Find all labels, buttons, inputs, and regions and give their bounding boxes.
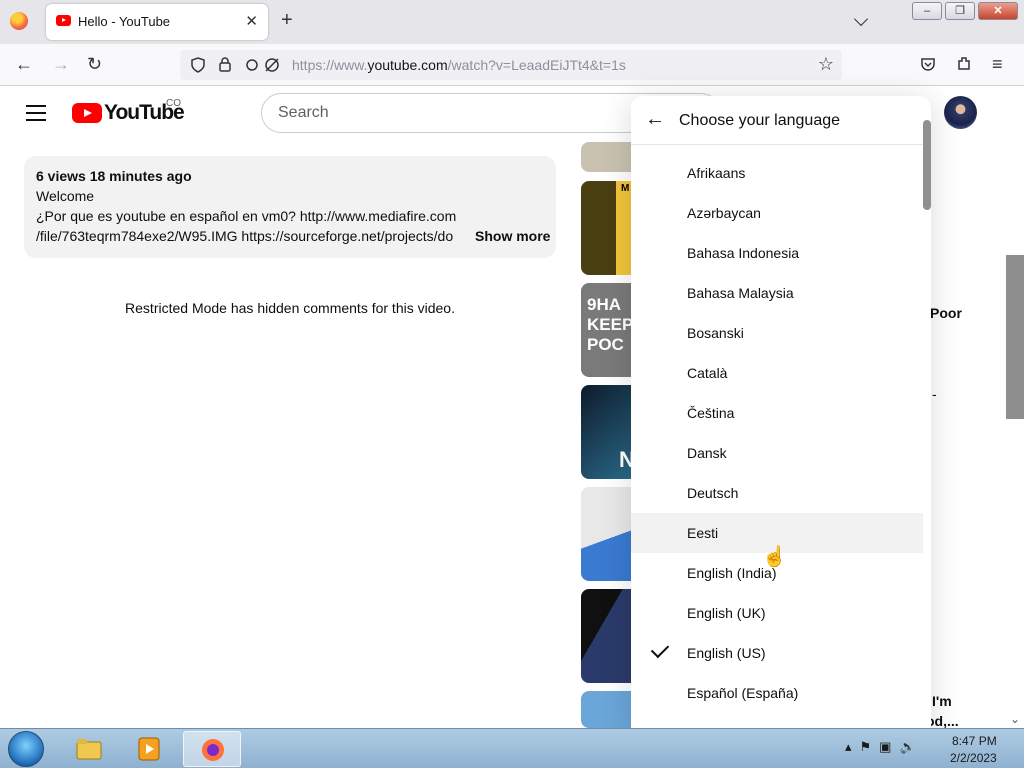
url-bar[interactable]: https://www.youtube.com/watch?v=LeaadEiJ… [180, 50, 842, 80]
language-list: Afrikaans Azərbaycan Bahasa Indonesia Bahas… [631, 153, 923, 713]
scroll-down-icon[interactable]: ⌄ [1010, 712, 1020, 726]
forward-icon[interactable]: → [52, 54, 70, 74]
media-player-taskbar-button[interactable] [120, 731, 178, 767]
related-thumbnail-4[interactable]: N [581, 385, 631, 479]
reload-icon[interactable]: ↻ [87, 54, 102, 74]
restricted-mode-notice: Restricted Mode has hidden comments for … [125, 300, 455, 316]
window-controls: – ❐ ✕ [912, 2, 1018, 20]
related-title-peek-2[interactable]: I'm [932, 693, 952, 709]
explorer-taskbar-button[interactable] [60, 731, 118, 767]
language-option-label: Català [687, 365, 728, 381]
language-option[interactable]: Dansk [631, 433, 923, 473]
description-line-3: /file/763teqrm784exe2/W95.IMG https://so… [36, 228, 454, 244]
lock-icon[interactable] [218, 56, 232, 73]
tab-title: Hello - YouTube [78, 14, 171, 29]
language-option[interactable]: Deutsch [631, 473, 923, 513]
language-option[interactable]: Bahasa Indonesia [631, 233, 923, 273]
windows-taskbar: ▴⚑▣🔊 8:47 PM 2/2/2023 [0, 728, 1024, 768]
description-line-2: ¿Por que es youtube en español en vm0? h… [36, 208, 457, 224]
hand-cursor-icon: ☝ [762, 546, 787, 568]
language-menu-title: Choose your language [679, 112, 841, 129]
browser-tab[interactable]: Hello - YouTube ✕ [46, 4, 268, 40]
language-option[interactable]: English (UK) [631, 593, 923, 633]
folder-icon [76, 739, 102, 760]
search-placeholder: Search [278, 104, 329, 121]
related-meta-peek: - [932, 386, 937, 402]
url-text[interactable]: https://www.youtube.com/watch?v=LeaadEiJ… [292, 57, 626, 73]
page-scrollbar[interactable] [1006, 255, 1024, 419]
extensions-icon[interactable] [956, 55, 973, 72]
language-option-label: Deutsch [687, 485, 739, 501]
related-thumbnail-7[interactable] [581, 691, 631, 728]
language-option[interactable]: Español (España) [631, 673, 923, 713]
bookmark-star-icon[interactable]: ☆ [818, 54, 834, 75]
language-option[interactable]: Čeština [631, 393, 923, 433]
language-menu: ← Choose your language Afrikaans Azərbayc… [631, 96, 931, 736]
video-description[interactable]: 6 views 18 minutes ago Welcome ¿Por que … [24, 156, 556, 258]
language-option-label: English (UK) [687, 605, 766, 621]
related-title-peek[interactable]: Poor [930, 305, 962, 321]
close-window-button[interactable]: ✕ [978, 2, 1018, 20]
language-option[interactable]: Català [631, 353, 923, 393]
close-tab-icon[interactable]: ✕ [245, 12, 258, 30]
show-more-button[interactable]: Show more [471, 228, 551, 244]
youtube-favicon-icon [56, 15, 71, 26]
language-option-label: Dansk [687, 445, 727, 461]
clock-date[interactable]: 2/2/2023 [950, 751, 997, 765]
system-tray-icons[interactable]: ▴⚑▣🔊 [845, 739, 924, 755]
related-thumbnail-1[interactable] [581, 142, 631, 172]
language-option-label: Eesti [687, 525, 719, 541]
related-thumbnail-3[interactable]: 9HA KEEPIN POC [581, 283, 631, 377]
app-menu-icon[interactable]: ≡ [992, 54, 1003, 74]
permissions-icon[interactable] [244, 57, 282, 73]
checkmark-icon [650, 639, 670, 659]
language-option-label: Azərbaycan [687, 205, 761, 221]
language-option-label: Afrikaans [687, 165, 746, 181]
language-option[interactable]: Azərbaycan [631, 193, 923, 233]
browser-nav-bar: ← → ↻ https://www.youtube.com/watch?v=Le… [0, 44, 1024, 86]
list-tabs-chevron-icon[interactable] [853, 11, 869, 27]
language-option[interactable]: English (US) [631, 633, 923, 673]
restore-button[interactable]: ❐ [945, 2, 975, 20]
language-option[interactable]: Afrikaans [631, 153, 923, 193]
media-player-icon [138, 737, 160, 761]
language-option-label: Čeština [687, 405, 735, 421]
language-option[interactable]: Bahasa Malaysia [631, 273, 923, 313]
country-code: CO [166, 98, 181, 109]
back-icon[interactable]: ← [15, 54, 33, 74]
start-button[interactable] [8, 731, 44, 767]
language-option[interactable]: Bosanski [631, 313, 923, 353]
guide-menu-icon[interactable] [26, 105, 46, 121]
language-option-label: Bosanski [687, 325, 744, 341]
language-option-label: English (US) [687, 645, 766, 661]
minimize-button[interactable]: – [912, 2, 942, 20]
back-arrow-icon[interactable]: ← [645, 108, 665, 131]
related-thumbnail-2[interactable]: M [581, 181, 631, 275]
language-option-label: Bahasa Malaysia [687, 285, 794, 301]
clock-time[interactable]: 8:47 PM [952, 734, 997, 748]
avatar[interactable] [944, 96, 977, 129]
language-list-scrollbar[interactable] [923, 120, 931, 210]
language-option-label: Español (España) [687, 685, 799, 701]
view-count-date: 6 views 18 minutes ago [36, 168, 192, 184]
new-tab-button[interactable]: + [281, 10, 293, 30]
language-option-label: Bahasa Indonesia [687, 245, 800, 261]
description-line-1: Welcome [36, 188, 95, 204]
firefox-menu-icon[interactable] [10, 12, 28, 30]
tracking-shield-icon[interactable] [190, 57, 206, 73]
firefox-icon [202, 739, 224, 761]
divider [631, 144, 931, 145]
firefox-taskbar-button[interactable] [183, 731, 241, 767]
related-thumbnail-6[interactable] [581, 589, 631, 683]
browser-tab-bar: Hello - YouTube ✕ + – ❐ ✕ [0, 0, 1024, 44]
youtube-logo-icon[interactable] [72, 103, 102, 123]
pocket-icon[interactable] [920, 56, 936, 72]
related-thumbnail-5[interactable] [581, 487, 631, 581]
